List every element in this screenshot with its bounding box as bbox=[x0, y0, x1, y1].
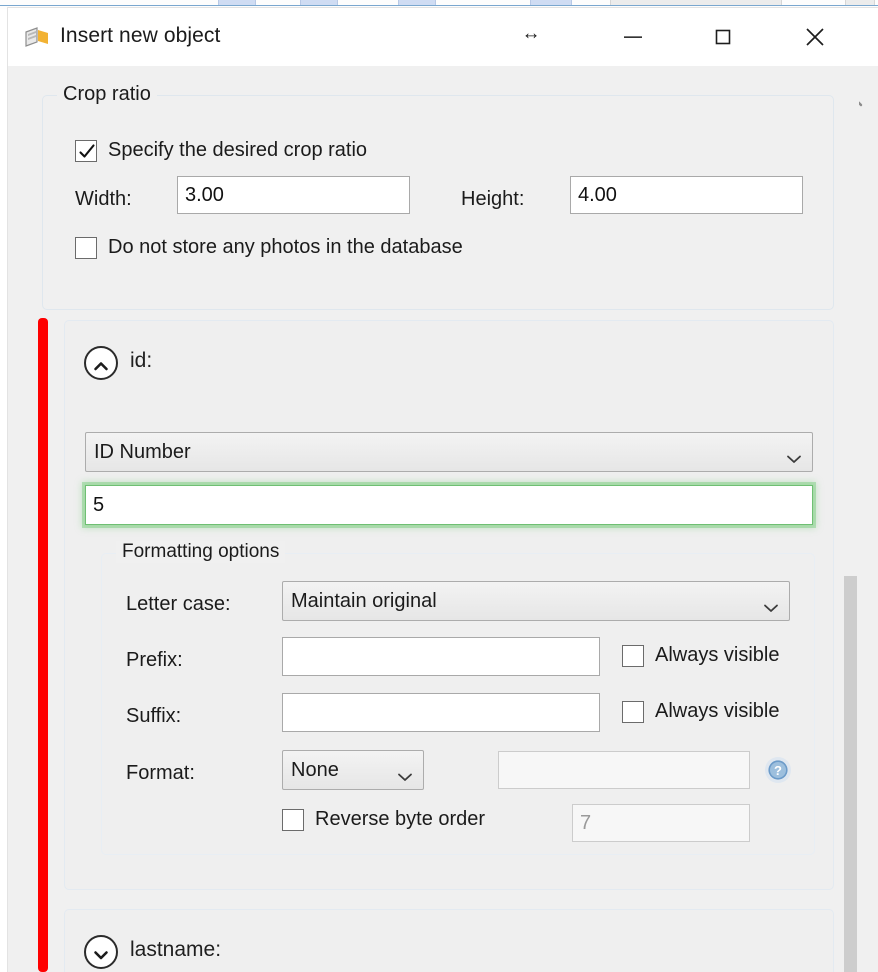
background-toolbar-chip bbox=[610, 0, 782, 5]
prefix-label: Prefix: bbox=[126, 649, 183, 672]
specify-crop-ratio-label: Specify the desired crop ratio bbox=[108, 139, 367, 162]
height-label: Height: bbox=[461, 188, 524, 211]
width-label: Width: bbox=[75, 188, 132, 211]
letter-case-label: Letter case: bbox=[126, 593, 231, 616]
chevron-up-icon[interactable] bbox=[84, 346, 118, 380]
crop-ratio-group-title: Crop ratio bbox=[57, 83, 157, 106]
format-label: Format: bbox=[126, 762, 195, 785]
checkmark-icon bbox=[78, 143, 96, 161]
formatting-options-group-title: Formatting options bbox=[116, 541, 285, 563]
help-circle-icon[interactable]: ? bbox=[764, 756, 792, 784]
letter-case-combo-value: Maintain original bbox=[291, 590, 437, 613]
suffix-always-visible-checkbox[interactable]: Always visible bbox=[622, 700, 779, 723]
validation-error-indicator bbox=[38, 318, 48, 972]
book-cards-icon bbox=[24, 26, 50, 50]
do-not-store-photos-checkbox[interactable]: Do not store any photos in the database bbox=[75, 236, 463, 259]
background-toolbar-chip bbox=[300, 0, 338, 5]
chevron-down-icon bbox=[397, 765, 413, 775]
id-type-combo[interactable]: ID Number bbox=[85, 432, 813, 472]
id-value-input[interactable] bbox=[85, 485, 813, 525]
background-toolbar-chip bbox=[845, 0, 875, 5]
background-toolbar-chip bbox=[398, 0, 436, 5]
do-not-store-photos-label: Do not store any photos in the database bbox=[108, 236, 463, 259]
field-card-id: id: ID Number Formatting options Letter … bbox=[64, 320, 834, 890]
format-combo-value: None bbox=[291, 759, 339, 782]
letter-case-combo[interactable]: Maintain original bbox=[282, 581, 790, 621]
width-input[interactable] bbox=[177, 176, 410, 214]
specify-crop-ratio-checkbox[interactable]: Specify the desired crop ratio bbox=[75, 139, 367, 162]
background-window-rule bbox=[0, 5, 878, 6]
maximize-button[interactable] bbox=[688, 8, 758, 66]
reverse-byte-count-input[interactable] bbox=[572, 804, 750, 842]
chevron-down-icon[interactable] bbox=[84, 935, 118, 969]
format-pattern-input[interactable] bbox=[498, 751, 750, 789]
prefix-always-visible-label: Always visible bbox=[655, 644, 779, 667]
close-button[interactable] bbox=[780, 8, 850, 66]
horizontal-resize-cursor: ↔ bbox=[516, 19, 546, 49]
field-label-id: id: bbox=[130, 349, 152, 373]
minimize-button[interactable] bbox=[598, 8, 668, 66]
field-label-lastname: lastname: bbox=[130, 938, 221, 962]
suffix-input[interactable] bbox=[282, 693, 600, 732]
checkbox-box bbox=[282, 809, 304, 831]
height-input[interactable] bbox=[570, 176, 803, 214]
scrollbar-thumb[interactable] bbox=[844, 576, 857, 972]
insert-new-object-dialog: Insert new object ↔ Crop ratio bbox=[8, 8, 878, 972]
suffix-always-visible-label: Always visible bbox=[655, 700, 779, 723]
dialog-body: Crop ratio Specify the desired crop rati… bbox=[8, 66, 878, 972]
formatting-options-groupbox: Formatting options Letter case: Maintain… bbox=[101, 553, 815, 855]
checkbox-box bbox=[75, 140, 97, 162]
reverse-byte-order-label: Reverse byte order bbox=[315, 808, 485, 831]
prefix-input[interactable] bbox=[282, 637, 600, 676]
window-title: Insert new object bbox=[60, 24, 220, 48]
chevron-down-icon bbox=[763, 596, 779, 606]
background-toolbar-chip bbox=[530, 0, 572, 5]
checkbox-box bbox=[75, 237, 97, 259]
prefix-always-visible-checkbox[interactable]: Always visible bbox=[622, 644, 779, 667]
svg-text:?: ? bbox=[774, 763, 782, 778]
crop-ratio-groupbox: Crop ratio Specify the desired crop rati… bbox=[42, 95, 834, 310]
suffix-label: Suffix: bbox=[126, 705, 181, 728]
format-combo[interactable]: None bbox=[282, 750, 424, 790]
checkbox-box bbox=[622, 645, 644, 667]
vertical-scrollbar[interactable] bbox=[841, 66, 859, 972]
id-type-combo-value: ID Number bbox=[94, 441, 191, 464]
checkbox-box bbox=[622, 701, 644, 723]
background-toolbar-chip bbox=[218, 0, 256, 5]
title-bar: Insert new object ↔ bbox=[8, 8, 878, 67]
reverse-byte-order-checkbox[interactable]: Reverse byte order bbox=[282, 808, 485, 831]
chevron-down-icon bbox=[786, 447, 802, 457]
field-card-lastname: lastname: bbox=[64, 909, 834, 972]
